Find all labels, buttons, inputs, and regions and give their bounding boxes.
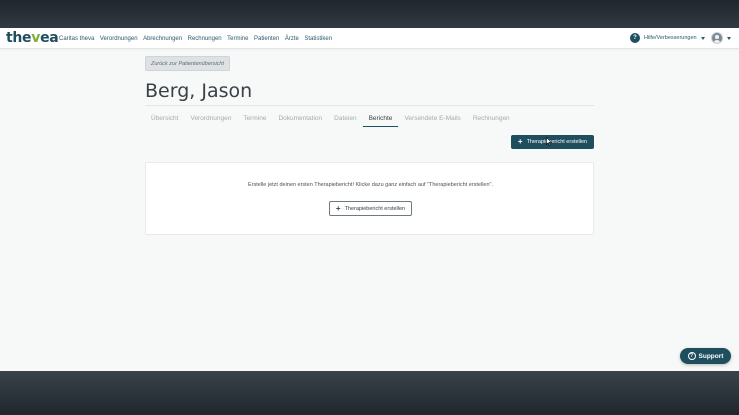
nav-link-abrechnungen[interactable]: Abrechnungen	[143, 36, 182, 42]
logo-text-main: the	[6, 30, 32, 46]
nav-link-aerzte[interactable]: Ärzte	[285, 36, 299, 42]
support-label: Support	[698, 352, 724, 360]
tab-rechnungen[interactable]: Rechnungen	[467, 112, 516, 127]
nav-link-patienten[interactable]: Patienten	[254, 36, 279, 42]
nav-link-statistiken[interactable]: Statistiken	[304, 36, 332, 42]
theva-logo[interactable]: thevea	[6, 30, 59, 47]
navbar: thevea Caritas theva Verordnungen Abrech…	[0, 28, 739, 49]
page-title: Berg, Jason	[145, 80, 253, 102]
question-circle-icon: ?	[687, 352, 696, 360]
back-to-patient-overview-button[interactable]: Zurück zur Patientenübersicht	[145, 56, 230, 71]
logo-text-rest: ea	[40, 30, 59, 46]
plus-icon: +	[517, 137, 523, 146]
tab-dokumentation[interactable]: Dokumentation	[272, 112, 328, 127]
support-button[interactable]: ? Support	[680, 348, 731, 364]
nav-link-verordnungen[interactable]: Verordnungen	[100, 36, 138, 42]
mouse-cursor-icon	[546, 137, 552, 146]
tab-berichte[interactable]: Berichte	[362, 112, 399, 127]
nav-link-rechnungen[interactable]: Rechnungen	[188, 36, 222, 42]
create-therapy-report-button[interactable]: + Therapiebericht erstellen	[511, 135, 594, 149]
plus-icon: +	[335, 203, 341, 213]
chevron-down-icon	[700, 36, 705, 40]
help-menu[interactable]: ? Hilfe/Verbesserungen	[630, 33, 705, 43]
help-label: Hilfe/Verbesserungen	[644, 35, 697, 41]
patient-tabs: Übersicht Verordnungen Termine Dokumenta…	[145, 112, 594, 127]
tab-termine[interactable]: Termine	[237, 112, 272, 127]
user-menu[interactable]	[711, 32, 731, 44]
tab-verordnungen[interactable]: Verordnungen	[184, 112, 237, 127]
help-icon: ?	[630, 33, 640, 43]
tab-uebersicht[interactable]: Übersicht	[145, 112, 184, 127]
logo-text-accent: v	[31, 30, 41, 46]
nav-links: Caritas theva Verordnungen Abrechnungen …	[59, 28, 338, 49]
empty-state-create-report-button[interactable]: + Therapiebericht erstellen	[329, 201, 412, 216]
bottom-dark-frame	[0, 371, 739, 415]
create-therapy-report-label: Therapiebericht erstellen	[526, 139, 588, 145]
top-dark-frame	[0, 0, 739, 28]
tab-dateien[interactable]: Dateien	[328, 112, 362, 127]
empty-state-text: Erstelle jetzt deinen ersten Therapieber…	[247, 182, 494, 188]
empty-state-create-report-label: Therapiebericht erstellen	[344, 205, 406, 212]
tab-versendete-e-mails[interactable]: Versendete E-Mails	[398, 112, 466, 127]
nav-link-caritas-theva[interactable]: Caritas theva	[59, 36, 94, 42]
app-window: thevea Caritas theva Verordnungen Abrech…	[0, 28, 739, 371]
avatar	[711, 32, 723, 44]
chevron-down-icon	[727, 36, 731, 40]
reports-empty-state-card: Erstelle jetzt deinen ersten Therapieber…	[145, 162, 594, 235]
nav-link-termine[interactable]: Termine	[227, 36, 248, 42]
title-divider	[145, 105, 594, 106]
